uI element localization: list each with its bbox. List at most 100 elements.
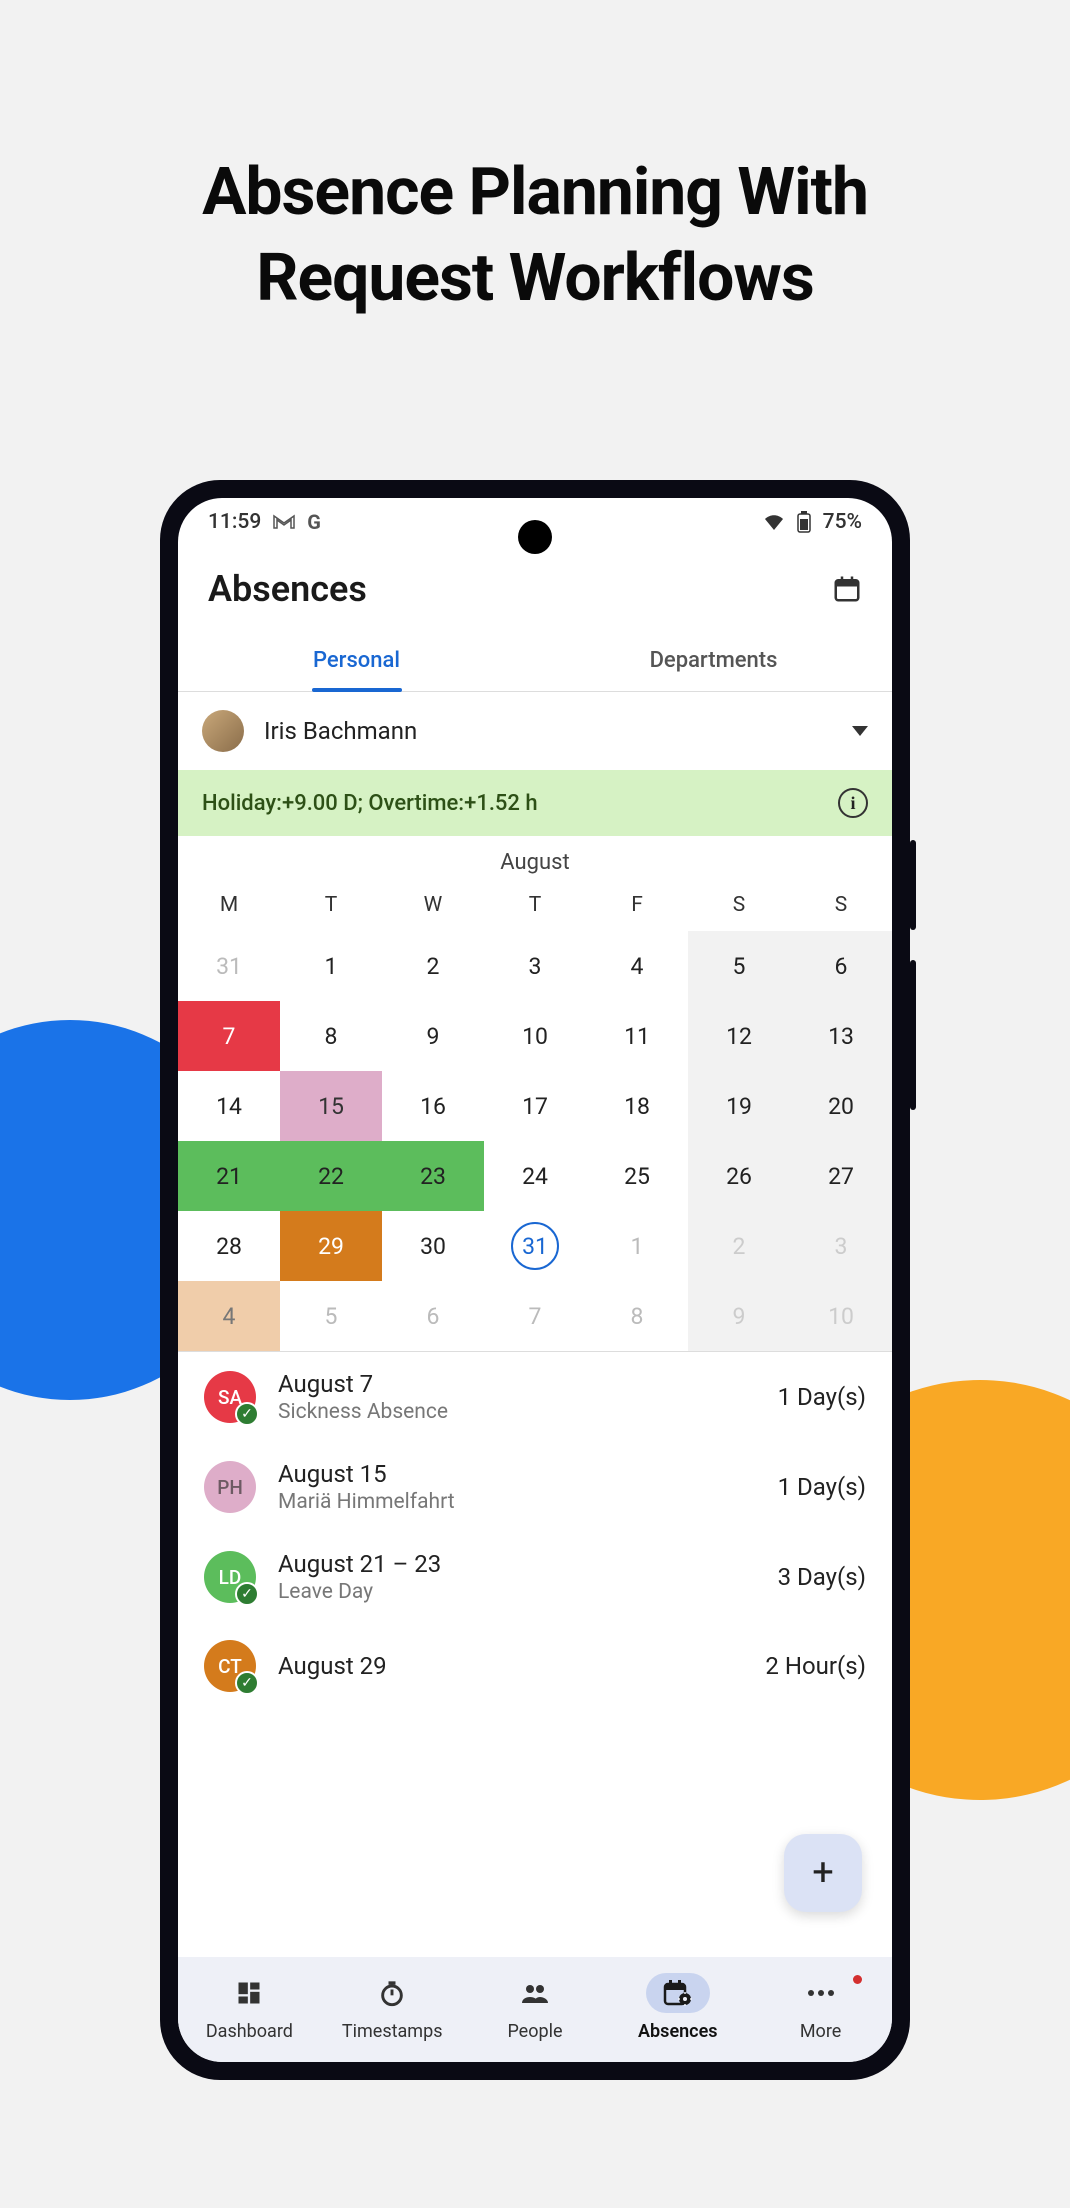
absence-badge: SA✓: [204, 1371, 256, 1423]
absences-icon: [663, 1979, 693, 2007]
phone-frame: 11:59 G 75% Absences: [160, 480, 910, 2080]
calendar-day[interactable]: 5: [688, 931, 790, 1001]
chevron-down-icon: [852, 726, 868, 736]
absence-badge: LD✓: [204, 1551, 256, 1603]
absence-title: August 21 – 23: [278, 1550, 756, 1578]
calendar-day[interactable]: 26: [688, 1141, 790, 1211]
info-icon[interactable]: i: [838, 788, 868, 818]
absence-title: August 15: [278, 1460, 756, 1488]
calendar-day[interactable]: 18: [586, 1071, 688, 1141]
calendar-dow: S: [688, 883, 790, 931]
calendar-day[interactable]: 2: [382, 931, 484, 1001]
calendar-day[interactable]: 13: [790, 1001, 892, 1071]
calendar-day[interactable]: 5: [280, 1281, 382, 1351]
calendar-day[interactable]: 12: [688, 1001, 790, 1071]
absence-subtitle: Mariä Himmelfahrt: [278, 1490, 756, 1514]
calendar-day[interactable]: 14: [178, 1071, 280, 1141]
absence-badge: PH: [204, 1461, 256, 1513]
calendar-day[interactable]: 17: [484, 1071, 586, 1141]
calendar-day[interactable]: 25: [586, 1141, 688, 1211]
calendar-day[interactable]: 21: [178, 1141, 280, 1211]
calendar-day[interactable]: 9: [688, 1281, 790, 1351]
calendar-day[interactable]: 4: [178, 1281, 280, 1351]
calendar-month: August: [178, 836, 892, 883]
stopwatch-icon: [378, 1979, 406, 2007]
notification-dot: [853, 1975, 862, 1984]
nav-timestamps[interactable]: Timestamps: [321, 1973, 464, 2042]
absence-title: August 29: [278, 1652, 743, 1680]
user-name: Iris Bachmann: [264, 717, 832, 745]
calendar-day[interactable]: 6: [382, 1281, 484, 1351]
wifi-icon: [763, 513, 785, 531]
calendar-day[interactable]: 15: [280, 1071, 382, 1141]
google-icon: G: [307, 510, 321, 534]
nav-absences[interactable]: Absences: [606, 1973, 749, 2042]
calendar-day[interactable]: 10: [484, 1001, 586, 1071]
nav-dashboard[interactable]: Dashboard: [178, 1973, 321, 2042]
calendar-day[interactable]: 8: [280, 1001, 382, 1071]
calendar-day[interactable]: 3: [790, 1211, 892, 1281]
calendar-day[interactable]: 8: [586, 1281, 688, 1351]
dashboard-icon: [235, 1979, 263, 2007]
calendar-day[interactable]: 24: [484, 1141, 586, 1211]
tabs: Personal Departments: [178, 632, 892, 692]
calendar-day[interactable]: 28: [178, 1211, 280, 1281]
absence-duration: 1 Day(s): [778, 1383, 866, 1411]
nav-more[interactable]: More: [749, 1973, 892, 2042]
absence-duration: 3 Day(s): [778, 1563, 866, 1591]
calendar-day[interactable]: 31: [484, 1211, 586, 1281]
nav-people[interactable]: People: [464, 1973, 607, 2042]
absence-subtitle: Leave Day: [278, 1580, 756, 1604]
calendar-dow: T: [280, 883, 382, 931]
add-button[interactable]: +: [784, 1834, 862, 1912]
calendar-day[interactable]: 1: [586, 1211, 688, 1281]
calendar-dow: T: [484, 883, 586, 931]
absence-badge: CT✓: [204, 1640, 256, 1692]
calendar-day[interactable]: 16: [382, 1071, 484, 1141]
absence-item[interactable]: CT✓ August 29 2 Hour(s): [178, 1622, 892, 1710]
calendar-dow: M: [178, 883, 280, 931]
calendar-day[interactable]: 23: [382, 1141, 484, 1211]
calendar-day[interactable]: 29: [280, 1211, 382, 1281]
calendar-day[interactable]: 31: [178, 931, 280, 1001]
calendar-day[interactable]: 9: [382, 1001, 484, 1071]
calendar-day[interactable]: 6: [790, 931, 892, 1001]
absence-item[interactable]: SA✓ August 7Sickness Absence 1 Day(s): [178, 1352, 892, 1442]
calendar-day[interactable]: 2: [688, 1211, 790, 1281]
calendar-day[interactable]: 22: [280, 1141, 382, 1211]
absence-item[interactable]: LD✓ August 21 – 23Leave Day 3 Day(s): [178, 1532, 892, 1622]
calendar-day[interactable]: 1: [280, 931, 382, 1001]
calendar-day[interactable]: 20: [790, 1071, 892, 1141]
balance-text: Holiday:+9.00 D; Overtime:+1.52 h: [202, 791, 538, 816]
people-icon: [520, 1981, 550, 2005]
calendar-day[interactable]: 3: [484, 931, 586, 1001]
calendar-day[interactable]: 4: [586, 931, 688, 1001]
absence-item[interactable]: PH August 15Mariä Himmelfahrt 1 Day(s): [178, 1442, 892, 1532]
calendar-day[interactable]: 11: [586, 1001, 688, 1071]
absence-title: August 7: [278, 1370, 756, 1398]
absence-duration: 1 Day(s): [778, 1473, 866, 1501]
battery-icon: [797, 511, 811, 533]
user-selector[interactable]: Iris Bachmann: [178, 692, 892, 770]
tab-personal[interactable]: Personal: [178, 632, 535, 691]
calendar-day[interactable]: 10: [790, 1281, 892, 1351]
calendar-day[interactable]: 19: [688, 1071, 790, 1141]
calendar-grid: 3112345678910111213141516171819202122232…: [178, 931, 892, 1351]
balance-banner[interactable]: Holiday:+9.00 D; Overtime:+1.52 h i: [178, 770, 892, 836]
calendar-day[interactable]: 7: [484, 1281, 586, 1351]
calendar-day[interactable]: 30: [382, 1211, 484, 1281]
absence-subtitle: Sickness Absence: [278, 1400, 756, 1424]
gmail-icon: [273, 514, 295, 530]
calendar-icon[interactable]: [832, 574, 862, 604]
status-battery: 75%: [823, 510, 862, 534]
calendar-dow: S: [790, 883, 892, 931]
bottom-nav: Dashboard Timestamps People Absences: [178, 1957, 892, 2062]
tab-departments[interactable]: Departments: [535, 632, 892, 691]
calendar-day[interactable]: 7: [178, 1001, 280, 1071]
check-icon: ✓: [235, 1671, 259, 1695]
more-icon: [807, 1989, 835, 1997]
absence-duration: 2 Hour(s): [765, 1652, 866, 1680]
calendar-dow: F: [586, 883, 688, 931]
calendar-dow-row: MTWTFSS: [178, 883, 892, 931]
calendar-day[interactable]: 27: [790, 1141, 892, 1211]
